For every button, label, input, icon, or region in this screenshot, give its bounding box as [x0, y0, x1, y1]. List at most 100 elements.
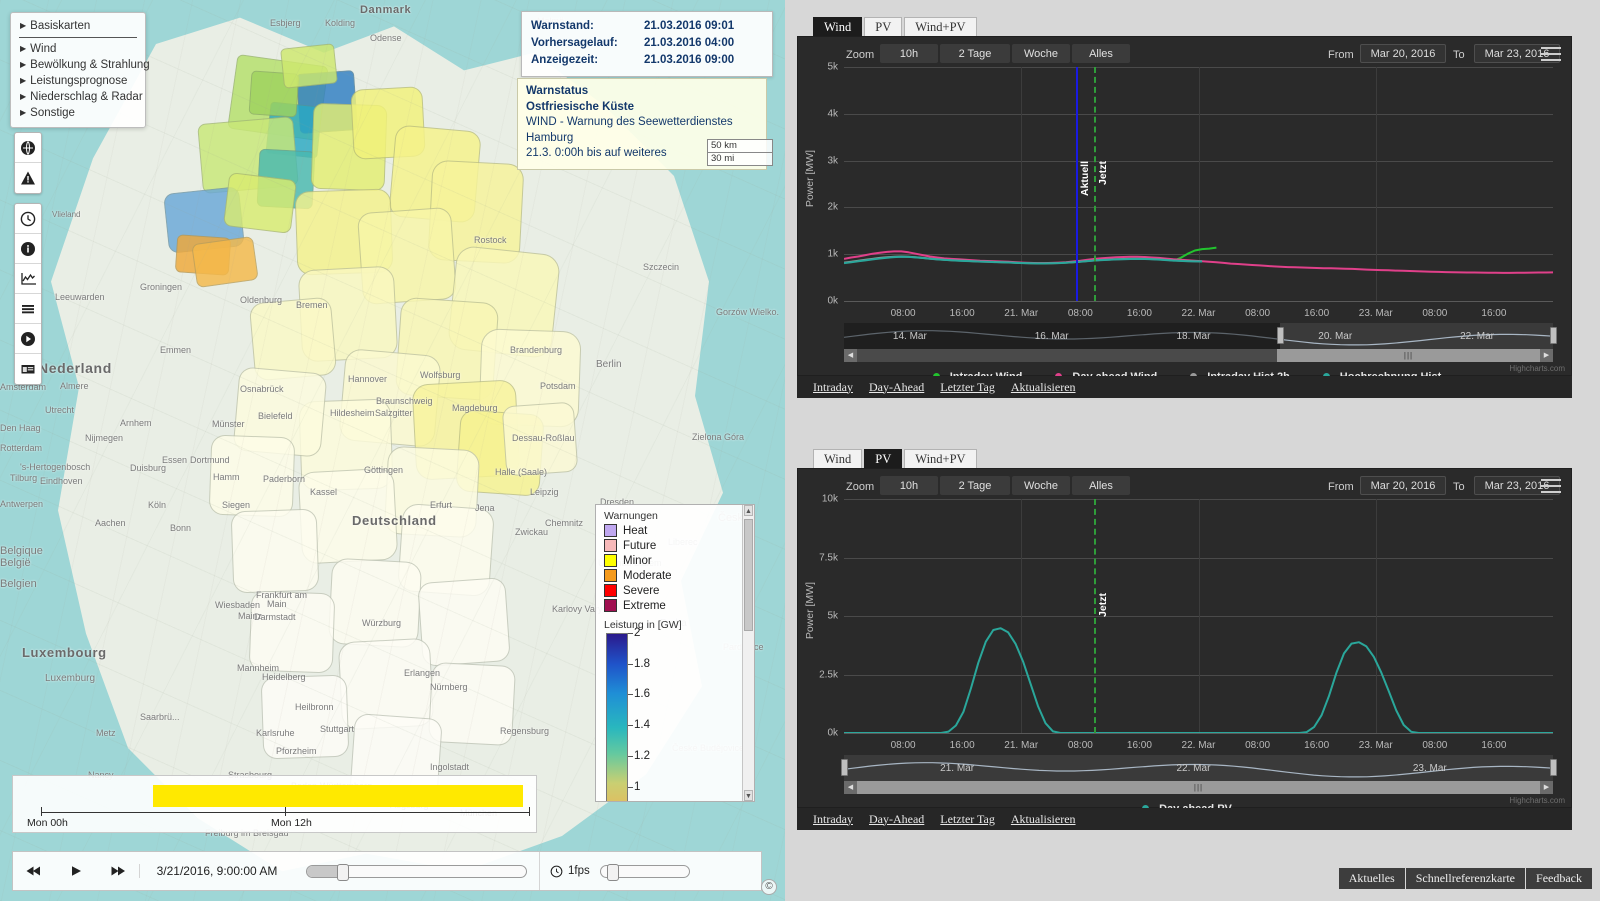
- pv-chart[interactable]: Zoom 10h 2 Tage Woche Alles From Mar 20, 2016 T…: [797, 468, 1572, 815]
- corner-button-bar[interactable]: Aktuelles Schnellreferenzkarte Feedback: [1338, 868, 1592, 889]
- plot-line-label: Jetzt: [1096, 160, 1109, 185]
- zoom-button-2-tage[interactable]: 2 Tage: [940, 44, 1010, 63]
- layer-menu-item[interactable]: ▶ Bewölkung & Strahlung: [11, 57, 150, 73]
- chart-link-day-ahead[interactable]: Day-Ahead: [869, 380, 924, 395]
- navigator-handle-right[interactable]: [1549, 759, 1557, 776]
- zoom-button-10h[interactable]: 10h: [880, 476, 938, 495]
- hamburger-icon[interactable]: [1541, 479, 1561, 494]
- globe-icon[interactable]: [15, 133, 41, 163]
- layer-menu-item[interactable]: ▶ Niederschlag & Radar: [11, 89, 145, 105]
- map-legend-panel[interactable]: Warnungen Heat Future Minor Moderate Severe E…: [595, 504, 755, 802]
- zoom-button-woche[interactable]: Woche: [1012, 476, 1070, 495]
- time-slider-knob[interactable]: [337, 863, 349, 881]
- layer-menu-item-label: Basiskarten: [30, 20, 91, 32]
- navigator-handle-right[interactable]: [1549, 327, 1557, 344]
- chart-tab-pv[interactable]: PV: [864, 17, 903, 37]
- layer-menu-item[interactable]: ▶ Leistungsprognose: [11, 73, 145, 89]
- zoom-button-2-tage[interactable]: 2 Tage: [940, 476, 1010, 495]
- map-tool-group-2[interactable]: [14, 203, 42, 385]
- scroll-left-icon[interactable]: ◀: [844, 781, 857, 794]
- chart-link-day-ahead[interactable]: Day-Ahead: [869, 812, 924, 827]
- timeline-highlight[interactable]: [153, 785, 523, 807]
- chart-tab-wind-pv[interactable]: Wind+PV: [904, 449, 977, 469]
- pv-chart-links[interactable]: Intraday Day-Ahead Letzter Tag Aktualisiere…: [797, 808, 1572, 830]
- map-playback-bar[interactable]: 3/21/2016, 9:00:00 AM 1fps: [12, 851, 762, 891]
- wind-chart-tabs[interactable]: Wind PV Wind+PV: [813, 17, 979, 37]
- forward-icon[interactable]: [97, 852, 139, 890]
- chart-link-aktualisieren[interactable]: Aktualisieren: [1011, 812, 1076, 827]
- legend-scroll-down-icon[interactable]: ▼: [744, 790, 753, 801]
- play-circle-icon[interactable]: [15, 324, 41, 354]
- chart-navigator[interactable]: 21. Mar 22. Mar 23. Mar: [840, 755, 1557, 781]
- warning-icon[interactable]: [15, 163, 41, 193]
- chart-link-letzter-tag[interactable]: Letzter Tag: [940, 812, 995, 827]
- x-axis-tick: 08:00: [1245, 740, 1271, 751]
- chart-link-intraday[interactable]: Intraday: [813, 812, 853, 827]
- info-icon[interactable]: [15, 234, 41, 264]
- chart-navigator[interactable]: 14. Mar 16. Mar 18. Mar 20. Mar 22. Mar: [844, 323, 1557, 349]
- chart-tab-pv[interactable]: PV: [864, 449, 903, 469]
- pv-chart-tabs[interactable]: Wind PV Wind+PV: [813, 449, 979, 469]
- layer-menu-item-label: Bewölkung & Strahlung: [30, 59, 150, 71]
- plot-line-aktuell: [1075, 67, 1078, 301]
- zoom-button-woche[interactable]: Woche: [1012, 44, 1070, 63]
- map-place-label: Szczecin: [643, 262, 680, 272]
- layer-menu-item[interactable]: ▶ Basiskarten: [11, 18, 145, 34]
- chart-link-intraday[interactable]: Intraday: [813, 380, 853, 395]
- hamburger-icon[interactable]: [1541, 47, 1561, 62]
- rewind-icon[interactable]: [13, 852, 55, 890]
- legend-scroll-thumb[interactable]: [744, 519, 753, 631]
- x-axis-tick: 16:00: [1304, 740, 1330, 751]
- layer-menu-item[interactable]: ▶ Sonstige: [11, 105, 145, 121]
- map-place-label: Rotterdam: [0, 443, 43, 453]
- navigator-handle-left[interactable]: [840, 759, 848, 776]
- from-date-input[interactable]: Mar 20, 2016: [1360, 44, 1446, 63]
- layer-menu[interactable]: ▶ Basiskarten ▶ Wind ▶ Bewölkung & Strahlung ▶…: [10, 12, 150, 128]
- zoom-label: Zoom: [846, 481, 875, 493]
- wind-chart[interactable]: Zoom 10h 2 Tage Woche Alles From Mar 20, 2016 T…: [797, 36, 1572, 383]
- zoom-button-alles[interactable]: Alles: [1072, 44, 1130, 63]
- corner-button-schnellreferenzkarte[interactable]: Schnellreferenzkarte: [1405, 868, 1526, 889]
- map-tool-group-1[interactable]: [14, 132, 42, 194]
- copyright-icon[interactable]: ©: [761, 879, 777, 895]
- navigator-scroll-thumb[interactable]: |||: [857, 781, 1540, 794]
- scroll-right-icon[interactable]: ▶: [1540, 349, 1553, 362]
- clock-icon[interactable]: [15, 204, 41, 234]
- chart-tab-wind[interactable]: Wind: [813, 449, 863, 469]
- navigator-handle-left[interactable]: [1276, 327, 1284, 344]
- panel-icon[interactable]: [15, 354, 41, 384]
- time-slider[interactable]: [294, 863, 539, 881]
- map-place-label: Nederland: [38, 360, 112, 376]
- legend-scrollbar[interactable]: ▲ ▼: [742, 505, 754, 801]
- chart-link-letzter-tag[interactable]: Letzter Tag: [940, 380, 995, 395]
- chart-tab-wind[interactable]: Wind: [813, 17, 863, 37]
- scroll-right-icon[interactable]: ▶: [1540, 781, 1553, 794]
- corner-button-aktuelles[interactable]: Aktuelles: [1338, 868, 1405, 889]
- chart-tab-wind-pv[interactable]: Wind+PV: [904, 17, 977, 37]
- map-timeline[interactable]: Mon 00h Mon 12h: [12, 775, 537, 833]
- wind-chart-links[interactable]: Intraday Day-Ahead Letzter Tag Aktualisiere…: [797, 376, 1572, 398]
- layer-menu-item[interactable]: ▶ Wind: [11, 41, 145, 57]
- legend-scroll-up-icon[interactable]: ▲: [744, 505, 753, 516]
- y-axis-tick: 0k: [827, 727, 838, 739]
- chart-link-aktualisieren[interactable]: Aktualisieren: [1011, 380, 1076, 395]
- navigator-scrollbar[interactable]: ◀ ▶ |||: [844, 349, 1553, 362]
- navigator-scroll-thumb[interactable]: |||: [1277, 349, 1540, 362]
- fps-control[interactable]: 1fps: [539, 852, 590, 890]
- map-panel[interactable]: Nederland Deutschland Luxembourg Luxemburg B…: [0, 0, 785, 901]
- chart-icon[interactable]: [15, 264, 41, 294]
- map-tool-sidebar[interactable]: [14, 132, 42, 394]
- navigator-scrollbar[interactable]: ◀ ▶ |||: [844, 781, 1553, 794]
- corner-button-feedback[interactable]: Feedback: [1526, 868, 1592, 889]
- play-icon[interactable]: [55, 852, 97, 890]
- from-date-input[interactable]: Mar 20, 2016: [1360, 476, 1446, 495]
- x-axis-tick: 23. Mar: [1358, 308, 1393, 319]
- scroll-left-icon[interactable]: ◀: [844, 349, 857, 362]
- fps-slider-knob[interactable]: [606, 863, 619, 881]
- x-axis-tick: 16:00: [949, 308, 975, 319]
- zoom-button-10h[interactable]: 10h: [880, 44, 938, 63]
- fps-slider[interactable]: [590, 863, 700, 881]
- map-info-key: Warnstand:: [531, 20, 594, 32]
- zoom-button-alles[interactable]: Alles: [1072, 476, 1130, 495]
- layers-icon[interactable]: [15, 294, 41, 324]
